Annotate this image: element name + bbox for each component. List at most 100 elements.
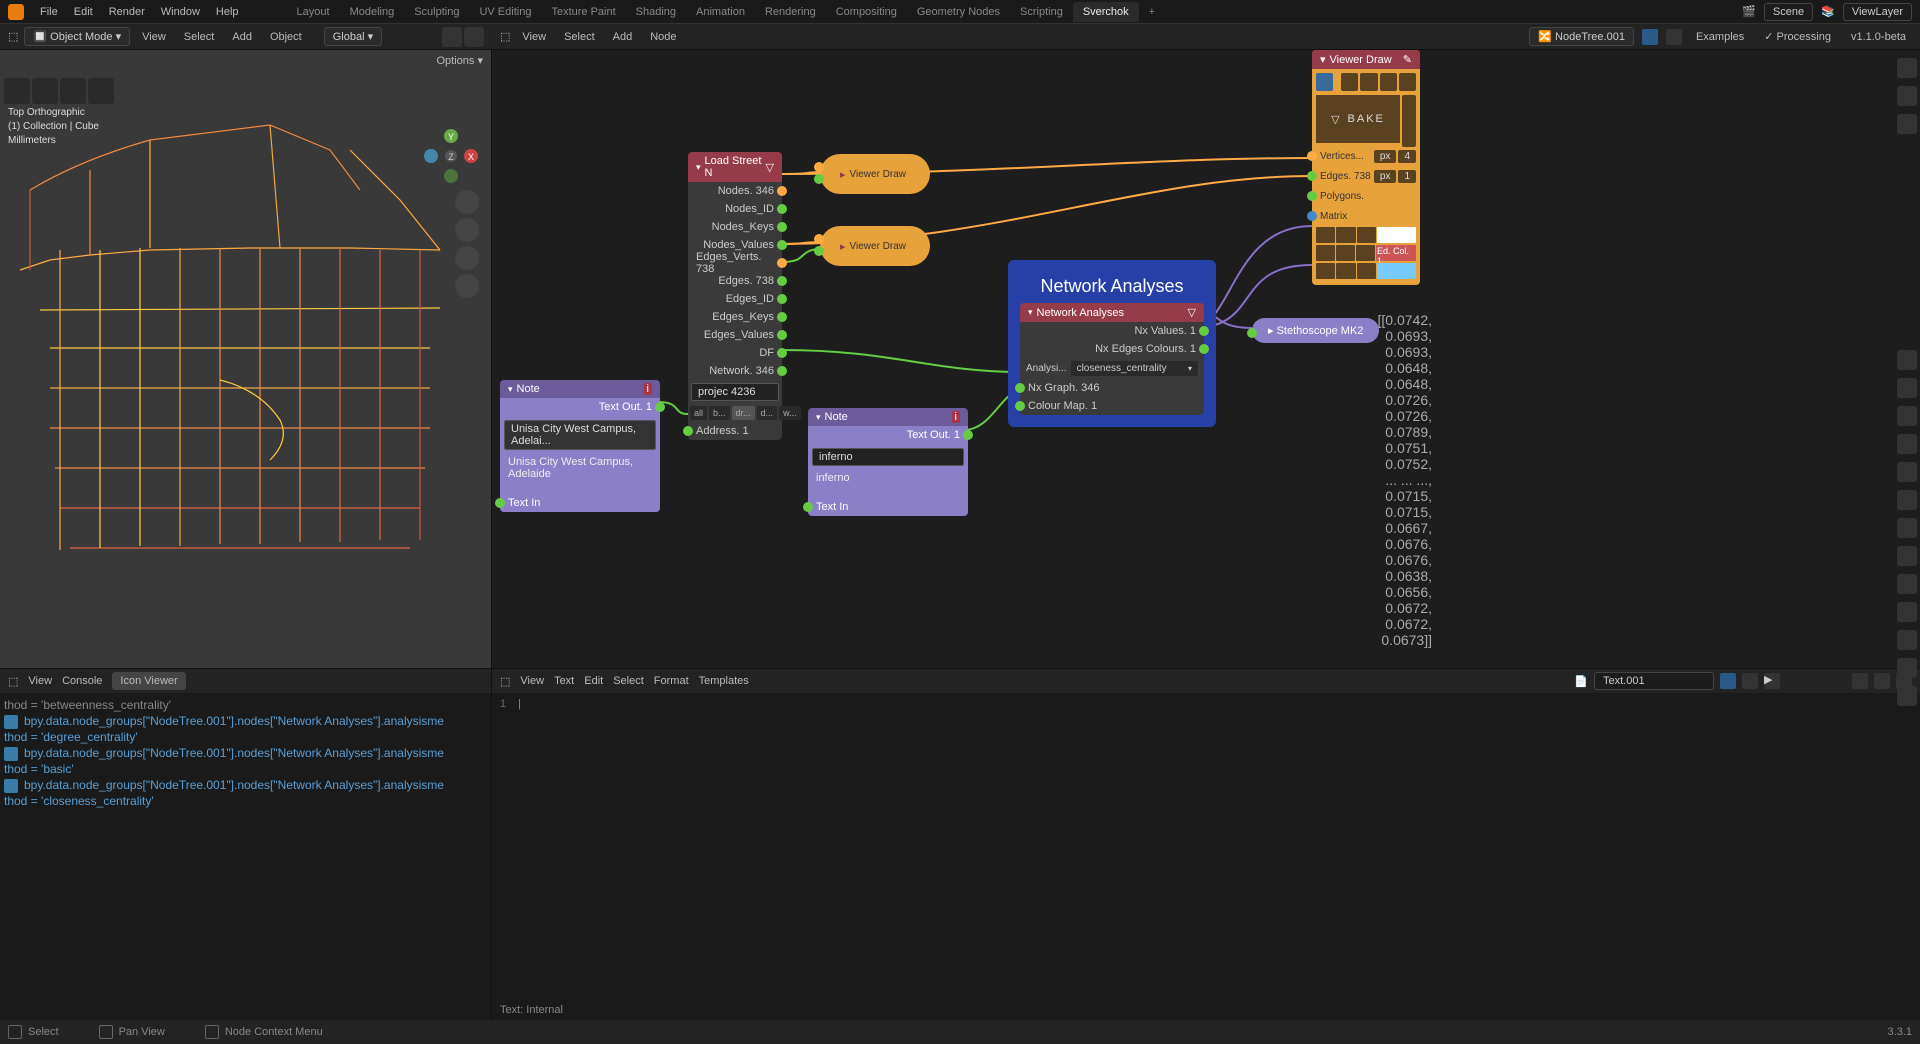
te-format[interactable]: Format (654, 675, 689, 687)
expand-icon[interactable]: ▸ (840, 168, 846, 181)
editor-type-icon[interactable]: ⬚ (8, 675, 18, 688)
viewport-options[interactable]: Options ▾ (437, 54, 484, 67)
menu-render[interactable]: Render (101, 6, 153, 18)
ne-examples[interactable]: Examples (1690, 31, 1750, 43)
eye-icon[interactable] (1316, 73, 1333, 91)
te-templates[interactable]: Templates (699, 675, 749, 687)
menu-help[interactable]: Help (208, 6, 247, 18)
menu-edit[interactable]: Edit (66, 6, 101, 18)
info-icon[interactable]: i (644, 383, 652, 395)
note-text-field[interactable]: inferno (812, 448, 964, 466)
snap-icon[interactable] (442, 27, 462, 47)
shield-icon[interactable] (1720, 673, 1736, 689)
image-icon[interactable] (1897, 86, 1917, 106)
menu-window[interactable]: Window (153, 6, 208, 18)
info-icon[interactable]: i (952, 411, 960, 423)
modifier-icon[interactable] (1897, 546, 1917, 566)
tab-rendering[interactable]: Rendering (755, 2, 826, 22)
text-datablock-icon[interactable]: 📄 (1574, 675, 1588, 688)
camera-icon[interactable] (1897, 58, 1917, 78)
funnel-icon[interactable]: ▽ (766, 161, 774, 174)
view-icon-2[interactable] (1874, 673, 1890, 689)
tab-shading[interactable]: Shading (626, 2, 686, 22)
analysis-dropdown[interactable]: closeness_centrality▾ (1071, 361, 1198, 376)
btn-b[interactable]: b... (709, 406, 730, 420)
text-body[interactable]: 1| (492, 693, 1920, 1000)
material-icon[interactable] (1897, 686, 1917, 706)
tab-uv-editing[interactable]: UV Editing (469, 2, 541, 22)
tab-add[interactable]: + (1139, 2, 1165, 22)
properties-icon[interactable] (1897, 350, 1917, 370)
world-icon[interactable] (1897, 490, 1917, 510)
object-props-icon[interactable] (1897, 518, 1917, 538)
ne-select[interactable]: Select (558, 31, 601, 43)
menu-file[interactable]: File (32, 6, 66, 18)
physics-icon[interactable] (1897, 602, 1917, 622)
px-value[interactable]: 1 (1398, 170, 1416, 183)
tab-layout[interactable]: Layout (287, 2, 340, 22)
console-icon-viewer[interactable]: Icon Viewer (112, 672, 185, 690)
btn-w[interactable]: w... (779, 406, 801, 420)
proportional-icon[interactable] (464, 27, 484, 47)
pin-icon[interactable] (1666, 29, 1682, 45)
bake-side-button[interactable] (1402, 95, 1416, 147)
expand-icon[interactable]: ▸ (840, 240, 846, 253)
collapse-icon[interactable]: ▾ (1028, 307, 1033, 318)
collapse-icon[interactable]: ▾ (1320, 53, 1326, 66)
tab-sculpting[interactable]: Sculpting (404, 2, 469, 22)
node-viewer-draw-1[interactable]: ▸ Viewer Draw (820, 154, 930, 194)
btn-all[interactable]: all (690, 406, 707, 420)
node-network-analyses[interactable]: ▾Network Analyses▽ Nx Values. 1 Nx Edges… (1020, 303, 1204, 415)
btn-dr[interactable]: dr... (732, 406, 755, 420)
collapse-icon[interactable]: ▾ (816, 412, 821, 423)
viewport-3d[interactable]: Options ▾ Top Orthographic (1) Collectio… (0, 50, 492, 668)
ne-view[interactable]: View (516, 31, 552, 43)
funnel-icon[interactable]: ▽ (1188, 306, 1196, 319)
expand-icon[interactable]: ▸ (1268, 325, 1274, 337)
node-viewer-draw-big[interactable]: ▾Viewer Draw✎ ▽BAKE Vertices...px4 Edges… (1312, 50, 1420, 285)
mode-icon-3[interactable] (1380, 73, 1397, 91)
tab-animation[interactable]: Animation (686, 2, 755, 22)
editor-type-icon[interactable]: ⬚ (8, 30, 18, 43)
vp-select[interactable]: Select (178, 31, 221, 43)
note-text-field[interactable]: Unisa City West Campus, Adelai... (504, 420, 656, 450)
tab-geometry-nodes[interactable]: Geometry Nodes (907, 2, 1010, 22)
te-text[interactable]: Text (554, 675, 574, 687)
data-icon[interactable] (1897, 658, 1917, 678)
tab-sverchok[interactable]: Sverchok (1073, 2, 1139, 22)
output-icon[interactable] (1897, 406, 1917, 426)
viewlayer-field[interactable]: ViewLayer (1843, 3, 1912, 21)
text-name-field[interactable]: Text.001 (1594, 672, 1714, 690)
color-row-1[interactable] (1316, 227, 1416, 243)
edit-icon[interactable]: ✎ (1403, 53, 1412, 66)
vp-object[interactable]: Object (264, 31, 308, 43)
console-console[interactable]: Console (62, 675, 102, 687)
mode-selector[interactable]: 🔲 Object Mode ▾ (24, 27, 130, 46)
te-edit[interactable]: Edit (584, 675, 603, 687)
project-field[interactable]: projec 4236 (691, 383, 779, 401)
frame-network-analyses[interactable]: Network Analyses ▾Network Analyses▽ Nx V… (1008, 260, 1216, 427)
mode-icon-2[interactable] (1360, 73, 1377, 91)
collapse-icon[interactable]: ▾ (696, 162, 701, 173)
ne-processing[interactable]: ✓ Processing (1758, 30, 1837, 43)
node-editor-area[interactable]: ▾Load Street N▽ Nodes. 346 Nodes_ID Node… (492, 50, 1920, 668)
tab-modeling[interactable]: Modeling (340, 2, 405, 22)
node-note-2[interactable]: ▾Notei Text Out. 1 inferno inferno Text … (808, 408, 968, 516)
scene-props-icon[interactable] (1897, 462, 1917, 482)
particles-icon[interactable] (1897, 574, 1917, 594)
viewlayer-props-icon[interactable] (1897, 434, 1917, 454)
scene-field[interactable]: Scene (1764, 3, 1813, 21)
node-viewer-draw-2[interactable]: ▸ Viewer Draw (820, 226, 930, 266)
console-output[interactable]: thod = 'betweenness_centrality' bpy.data… (0, 693, 491, 1020)
orientation-selector[interactable]: Global ▾ (324, 27, 382, 46)
te-select[interactable]: Select (613, 675, 644, 687)
mode-icon-4[interactable] (1399, 73, 1416, 91)
console-view[interactable]: View (28, 675, 52, 687)
shield-icon[interactable] (1642, 29, 1658, 45)
editor-type-icon[interactable]: ⬚ (500, 675, 510, 688)
constraints-icon[interactable] (1897, 630, 1917, 650)
tab-compositing[interactable]: Compositing (826, 2, 907, 22)
color-row-2[interactable]: Ed. Col. 1 (1316, 245, 1416, 261)
node-note-1[interactable]: ▾Notei Text Out. 1 Unisa City West Campu… (500, 380, 660, 512)
collapse-icon[interactable]: ▾ (508, 384, 513, 395)
